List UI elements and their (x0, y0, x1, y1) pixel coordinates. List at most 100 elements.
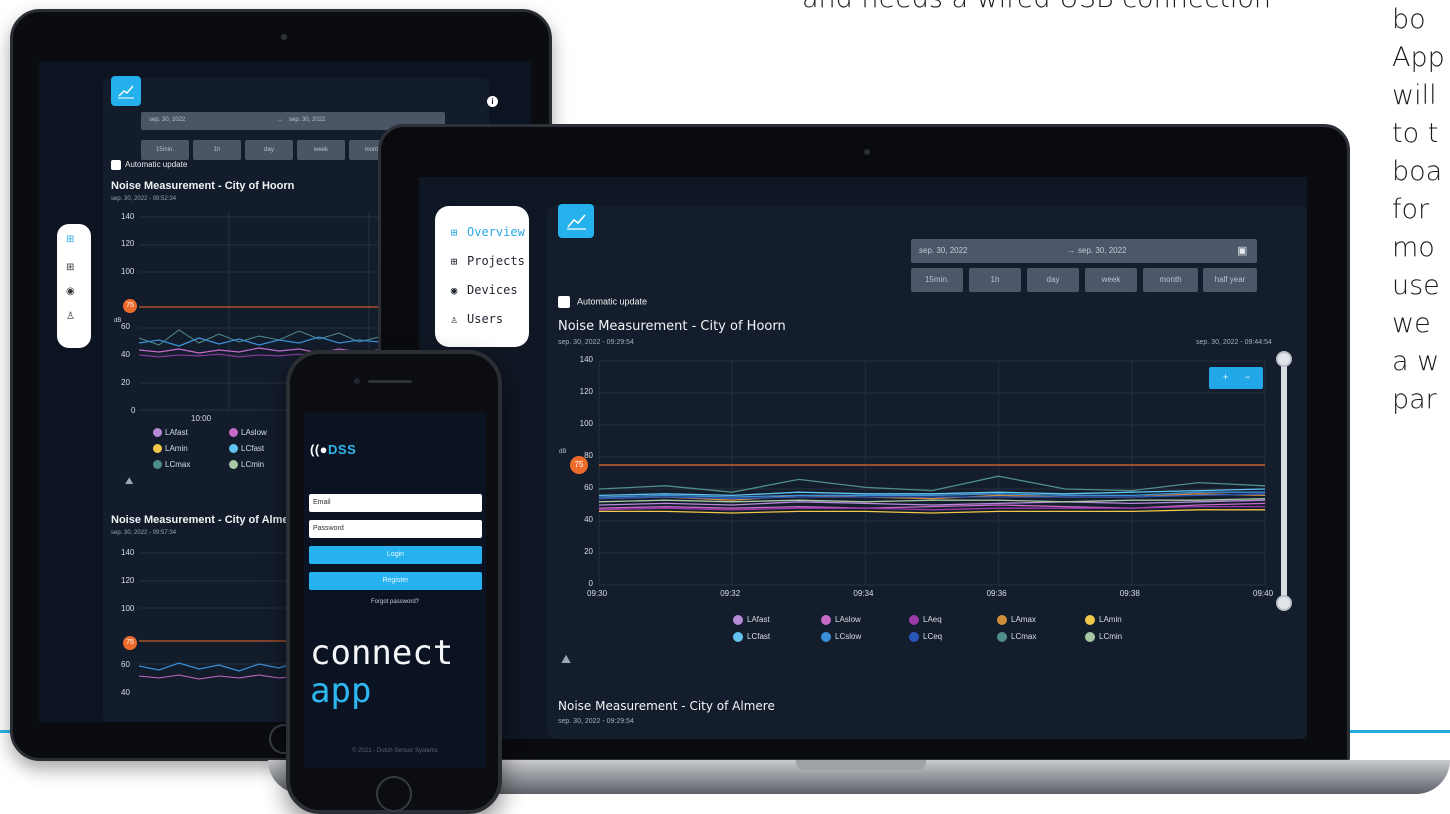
laptop-device: ⊞ Overview ⊞ Projects ◉ Devices ♙ Users sep.… (378, 124, 1350, 762)
background-copy-line: a w (1392, 346, 1440, 377)
range-button[interactable]: 15min. (141, 140, 189, 160)
tablet-chart-title: Noise Measurement - City of Hoorn (111, 180, 295, 192)
phone-home-button[interactable] (376, 776, 412, 812)
legend-label: LCmin (1099, 632, 1123, 642)
chart-app-icon[interactable] (111, 76, 141, 106)
login-button[interactable]: Login (309, 546, 482, 564)
legend-item-lcmin[interactable]: LCmin (1085, 632, 1122, 642)
range-button[interactable]: 1h (193, 140, 241, 160)
background-copy-line: we (1392, 308, 1431, 339)
legend-item-lcmax[interactable]: LCmax (997, 632, 1036, 642)
chart2-subtitle: sep. 30, 2022 - 09:29:54 (558, 718, 634, 725)
legend-label: LCfast (747, 632, 771, 642)
brand-connect: connect (310, 633, 454, 673)
register-button[interactable]: Register (309, 572, 482, 590)
background-copy-line: App (1392, 42, 1445, 73)
y-tick: 20 (121, 378, 130, 387)
legend-label: LAslow (835, 615, 861, 625)
legend-label: LAfast (747, 615, 770, 625)
tablet-chart2-subtitle: sep. 30, 2022 - 09:57:34 (111, 530, 177, 536)
legend-swatch (153, 444, 162, 454)
background-copy-line: bo (1392, 4, 1426, 35)
legend-item-lcfast[interactable]: LCfast (733, 632, 770, 642)
overview-icon[interactable]: ⊞ (66, 234, 74, 245)
y-tick: 0 (131, 406, 136, 415)
tablet-chart2-title: Noise Measurement - City of Almere (111, 514, 299, 526)
background-copy-line: for (1392, 194, 1430, 225)
legend-label: LCslow (835, 632, 862, 642)
legend-item-lafast[interactable]: LAfast (733, 615, 770, 625)
chart-plot (598, 360, 1266, 586)
x-tick-label: 09:40 (1253, 589, 1274, 598)
range-button[interactable]: week (297, 140, 345, 160)
laptop-camera (864, 149, 870, 155)
legend-item-laeq[interactable]: LAeq (909, 615, 942, 625)
background-copy-line: will (1392, 80, 1437, 111)
legend-item[interactable]: LAfast (153, 428, 188, 438)
x-tick-label: 09:34 (853, 589, 874, 598)
y-tick: 140 (121, 548, 135, 557)
legend-swatch (1085, 632, 1095, 642)
mountain-icon[interactable]: ⛰ (125, 476, 133, 487)
legend-item[interactable]: LCfast (229, 444, 264, 454)
legend-swatch (997, 632, 1007, 642)
tablet-sidebar: ⊞ ⊞ ◉ ♙ (57, 224, 91, 348)
legend-item-lcslow[interactable]: LCslow (821, 632, 861, 642)
y-tick: 120 (121, 239, 135, 248)
info-icon[interactable]: i (487, 96, 498, 107)
tablet-chart-subtitle: sep. 30, 2022 - 09:52:34 (111, 196, 177, 202)
x-tick: 10:00 (191, 414, 212, 423)
legend-swatch (821, 615, 831, 625)
dss-logo: ((●DSS (310, 442, 357, 457)
legend-item[interactable]: LCmax (153, 460, 190, 470)
series-line-lcmax (598, 475, 1266, 493)
background-copy-line: mo (1392, 232, 1435, 263)
legend-swatch (733, 632, 743, 642)
date-arrow: → (277, 117, 283, 123)
password-field[interactable]: Password (309, 520, 482, 538)
legend-item-lceq[interactable]: LCeq (909, 632, 942, 642)
legend-swatch (997, 615, 1007, 625)
legend-item[interactable]: LAmin (153, 444, 188, 454)
phone-camera (354, 378, 360, 384)
x-tick-label: 09:38 (1119, 589, 1140, 598)
users-icon[interactable]: ♙ (66, 311, 75, 322)
legend-swatch (229, 444, 238, 454)
legend-label: LCeq (923, 632, 943, 642)
x-tick-label: 09:30 (587, 589, 608, 598)
legend-item-lamax[interactable]: LAmax (997, 615, 1036, 625)
marketing-stage: and needs a wired USB connection bo App wi… (0, 0, 1450, 814)
y-tick: 140 (121, 212, 135, 221)
legend-swatch (229, 460, 238, 470)
phone-speaker (368, 380, 412, 383)
background-copy-line: par (1392, 384, 1437, 415)
y-tick: 100 (121, 267, 135, 276)
email-field[interactable]: Email (309, 494, 482, 512)
background-copy-line: use (1392, 270, 1440, 301)
y-tick: 40 (121, 688, 130, 697)
legend-swatch (733, 615, 743, 625)
y-unit: dB (114, 318, 122, 324)
legend-label: LAmin (1099, 615, 1122, 625)
y-tick: 60 (121, 322, 130, 331)
legend-swatch (229, 428, 238, 438)
auto-update-toggle[interactable]: Automatic update (111, 160, 187, 170)
background-copy-line: to t (1392, 118, 1439, 149)
threshold-badge: 75 (123, 636, 137, 650)
legend-item[interactable]: LAslow (229, 428, 267, 438)
legend-label: LAeq (923, 615, 942, 625)
legend-item-lamin[interactable]: LAmin (1085, 615, 1122, 625)
legend-swatch (821, 632, 831, 642)
legend-item-laslow[interactable]: LAslow (821, 615, 861, 625)
forgot-password-link[interactable]: Forgot password? (304, 599, 486, 605)
brand-app: app (310, 671, 372, 711)
mountain-icon[interactable]: ⛰ (561, 652, 571, 667)
auto-update-checkbox[interactable] (111, 160, 121, 170)
range-button[interactable]: day (245, 140, 293, 160)
projects-icon[interactable]: ⊞ (66, 262, 74, 273)
background-copy-top: and needs a wired USB connection (802, 0, 1271, 18)
legend-item[interactable]: LCmin (229, 460, 264, 470)
legend-swatch (1085, 615, 1095, 625)
legend-swatch (153, 460, 162, 470)
devices-icon[interactable]: ◉ (66, 286, 75, 297)
